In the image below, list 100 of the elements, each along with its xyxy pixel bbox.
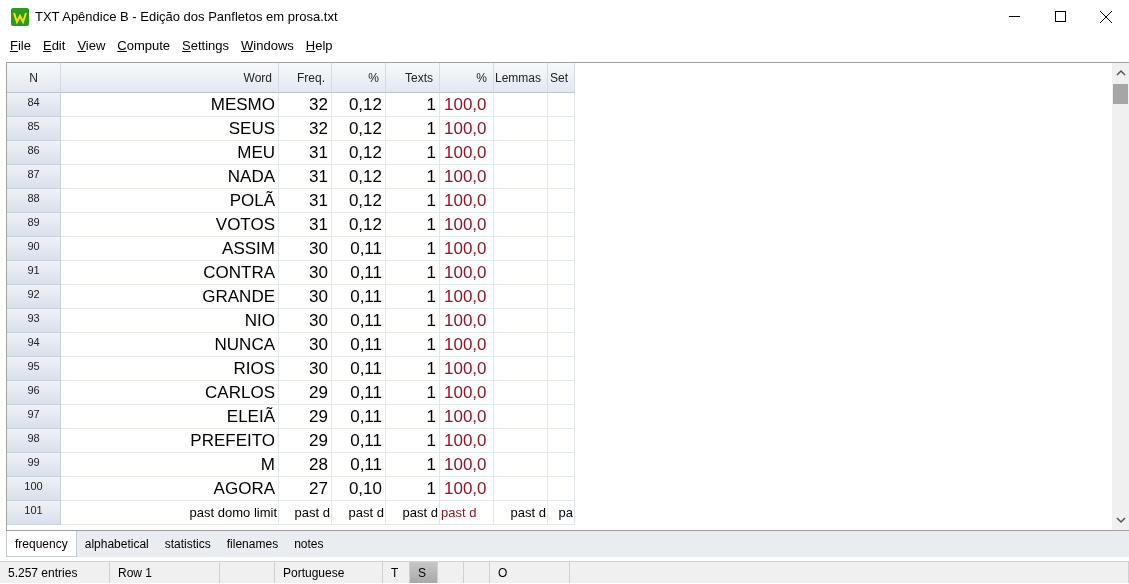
table-cell: RIOS [61, 357, 279, 381]
menu-item[interactable]: Settings [176, 38, 236, 53]
table-cell: 0,11 [332, 261, 386, 285]
table-cell: 100,0 [440, 237, 494, 261]
tab[interactable]: filenames [218, 531, 287, 557]
table-cell: 1 [386, 405, 440, 429]
scroll-down-icon[interactable] [1115, 516, 1126, 524]
table-cell: 100,0 [440, 309, 494, 333]
table-cell: 30 [279, 237, 332, 261]
table-cell: past domo limit [61, 501, 279, 525]
table-cell: 29 [279, 405, 332, 429]
table-cell: 1 [386, 261, 440, 285]
close-icon[interactable] [1100, 10, 1112, 23]
empty-cell [548, 357, 575, 381]
table-cell: 0,11 [332, 237, 386, 261]
maximize-icon[interactable] [1054, 11, 1066, 22]
table-cell: AGORA [61, 477, 279, 501]
table-cell: MESMO [61, 93, 279, 117]
table-cell: 100,0 [440, 285, 494, 309]
table-cell: 0,12 [332, 93, 386, 117]
menu-item[interactable]: Help [299, 38, 339, 53]
table-cell: 100,0 [440, 213, 494, 237]
column-header[interactable]: % [332, 63, 386, 93]
table-cell: 0,12 [332, 165, 386, 189]
app-icon [11, 7, 29, 26]
table-cell: 1 [386, 237, 440, 261]
table-cell: POLÃ [61, 189, 279, 213]
empty-cell [494, 189, 548, 213]
status-field: O [490, 562, 570, 583]
table-cell: past d [494, 501, 548, 525]
row-number: 96 [7, 381, 61, 405]
table-cell: 27 [279, 477, 332, 501]
column-header[interactable]: Freq. [279, 63, 332, 93]
empty-cell [494, 93, 548, 117]
table-cell: 1 [386, 309, 440, 333]
column-header[interactable]: Lemmas [494, 63, 548, 93]
empty-cell [548, 429, 575, 453]
table-cell: 30 [279, 333, 332, 357]
table-cell: 100,0 [440, 429, 494, 453]
tab[interactable]: statistics [156, 531, 219, 557]
menu-item[interactable]: File [4, 38, 37, 53]
empty-cell [548, 93, 575, 117]
menu-item[interactable]: Edit [36, 38, 72, 53]
table-cell: past d [440, 501, 494, 525]
table-cell: 100,0 [440, 381, 494, 405]
empty-cell [494, 381, 548, 405]
empty-cell [548, 189, 575, 213]
table-cell: 0,12 [332, 213, 386, 237]
column-header[interactable]: % [440, 63, 494, 93]
table-cell: 1 [386, 189, 440, 213]
empty-cell [494, 333, 548, 357]
row-number: 101 [7, 501, 61, 525]
tab[interactable]: alphabetical [76, 531, 157, 557]
table-cell: 100,0 [440, 141, 494, 165]
table-cell: 1 [386, 213, 440, 237]
menu-item[interactable]: Compute [111, 38, 177, 53]
empty-cell [548, 381, 575, 405]
empty-cell [548, 237, 575, 261]
empty-cell [548, 477, 575, 501]
table-cell: NIO [61, 309, 279, 333]
tab[interactable]: notes [286, 531, 332, 557]
table-cell: 32 [279, 93, 332, 117]
table-cell: 100,0 [440, 261, 494, 285]
window-title: TXT Apêndice B - Edição dos Panfletos em prosa.txt [35, 9, 338, 24]
row-number: 84 [7, 93, 61, 117]
status-field: Row 1 [110, 562, 220, 583]
vertical-scrollbar[interactable] [1112, 63, 1129, 530]
table-cell: 0,11 [332, 381, 386, 405]
table-cell: NADA [61, 165, 279, 189]
status-field: 5.257 entries [0, 562, 110, 583]
empty-cell [548, 261, 575, 285]
table-cell: 29 [279, 429, 332, 453]
table-cell: MEU [61, 141, 279, 165]
empty-cell [494, 237, 548, 261]
column-header[interactable]: N [7, 63, 61, 93]
column-header[interactable]: Texts [386, 63, 440, 93]
scroll-up-icon[interactable] [1115, 69, 1126, 77]
tab[interactable]: frequency [6, 531, 77, 557]
column-header[interactable]: Word [61, 63, 279, 93]
empty-cell [494, 309, 548, 333]
empty-cell [494, 285, 548, 309]
table-cell: VOTOS [61, 213, 279, 237]
scrollbar-thumb[interactable] [1113, 84, 1128, 104]
menu-item[interactable]: View [71, 38, 112, 53]
table-cell: 0,11 [332, 405, 386, 429]
menu-item[interactable]: Windows [235, 38, 300, 53]
table-cell: PREFEITO [61, 429, 279, 453]
row-number: 98 [7, 429, 61, 453]
table-cell: 100,0 [440, 93, 494, 117]
table-cell: ASSIM [61, 237, 279, 261]
table-cell: ELEIÃ [61, 405, 279, 429]
empty-cell [548, 165, 575, 189]
table-cell: 0,10 [332, 477, 386, 501]
empty-cell [548, 333, 575, 357]
empty-cell [494, 261, 548, 285]
table-cell: GRANDE [61, 285, 279, 309]
table-cell: 0,11 [332, 357, 386, 381]
column-header[interactable]: Set [548, 63, 575, 93]
table-cell: past d [386, 501, 440, 525]
table-cell: 100,0 [440, 165, 494, 189]
